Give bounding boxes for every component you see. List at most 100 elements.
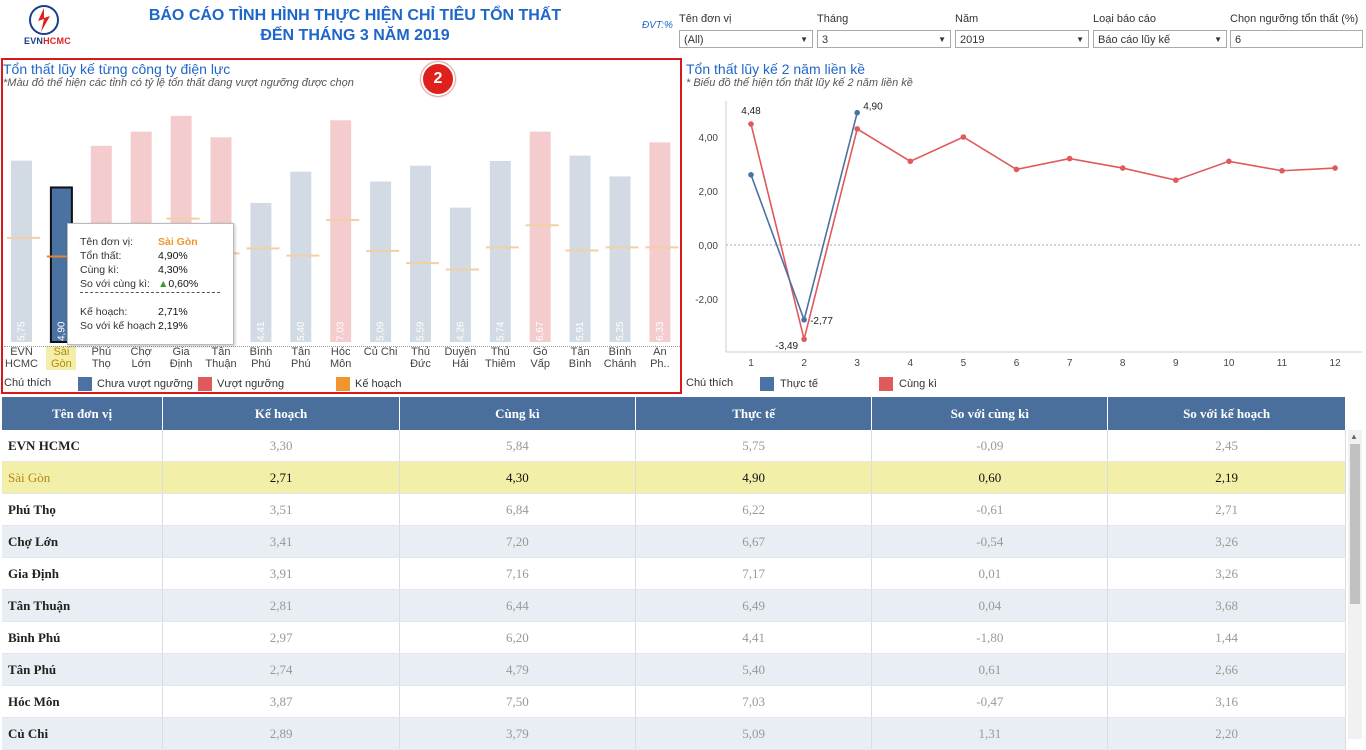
- row-value-cell: 3,41: [162, 525, 400, 558]
- x-tick-label-9: 10: [1223, 358, 1235, 369]
- series-point-1-0[interactable]: [748, 121, 754, 127]
- scrollbar-thumb[interactable]: [1350, 444, 1360, 604]
- row-value-cell: 0,01: [871, 557, 1109, 590]
- table-row[interactable]: Gia Định 3,91 7,16 7,17 0,01 3,26: [2, 557, 1346, 590]
- series-point-0-2[interactable]: [854, 109, 860, 116]
- series-line-0: [750, 112, 858, 323]
- bar-legend-title: Chú thích: [4, 377, 52, 389]
- tooltip-key: Kế hoạch:: [80, 306, 128, 318]
- column-header-3[interactable]: Thực tế: [635, 397, 873, 430]
- series-point-0-0[interactable]: [748, 172, 754, 178]
- bar-legend-item-0: Chưa vượt ngưỡng: [78, 377, 193, 391]
- page-title: BÁO CÁO TÌNH HÌNH THỰC HIỆN CHỈ TIÊU TỔN…: [90, 6, 620, 46]
- row-value-cell: 6,22: [635, 493, 873, 526]
- row-value-cell: -0,54: [871, 525, 1109, 558]
- row-value-cell: 0,60: [871, 461, 1109, 494]
- series-point-1-2[interactable]: [854, 126, 860, 132]
- logo-text: EVNHCMC: [24, 36, 71, 46]
- tooltip-divider: [80, 292, 220, 293]
- legend-swatch: [336, 377, 350, 391]
- filter-label-2: Năm: [955, 13, 979, 25]
- point-label-3: 4,90: [863, 102, 883, 113]
- row-value-cell: 3,30: [162, 430, 400, 462]
- column-header-2[interactable]: Cùng kì: [399, 397, 636, 430]
- tooltip-key: Cùng kì:: [80, 264, 120, 276]
- row-value-cell: 6,49: [635, 589, 873, 622]
- table-row[interactable]: Chợ Lớn 3,41 7,20 6,67 -0,54 3,26: [2, 525, 1346, 558]
- table-row[interactable]: Hóc Môn 3,87 7,50 7,03 -0,47 3,16: [2, 685, 1346, 718]
- series-point-1-1[interactable]: [801, 336, 807, 343]
- filter-value-3: Báo cáo lũy kế: [1098, 34, 1171, 46]
- table-body: EVN HCMC 3,30 5,84 5,75 -0,09 2,45 Sài Gòn 2,71…: [2, 430, 1346, 750]
- series-point-1-6[interactable]: [1066, 155, 1073, 162]
- line-chart[interactable]: 4,002,000,00-2,001 2 3 4 5 6 7 8 9 10 11 124,48-3,4…: [686, 96, 1362, 376]
- y-tick-label-1: 2,00: [699, 187, 719, 198]
- y-tick-label-2: 0,00: [699, 241, 719, 252]
- row-value-cell: 3,79: [399, 717, 636, 750]
- row-value-cell: 7,17: [635, 557, 873, 590]
- line-chart-title: Tổn thất lũy kế 2 năm liền kề: [686, 61, 865, 77]
- tooltip-value: 2,19%: [158, 320, 188, 332]
- row-value-cell: 2,71: [162, 461, 400, 494]
- legend-swatch: [760, 377, 774, 391]
- series-point-1-4[interactable]: [960, 134, 967, 140]
- series-point-1-5[interactable]: [1013, 166, 1020, 173]
- column-header-4[interactable]: So với cùng kì: [871, 397, 1109, 430]
- row-name-cell: Sài Gòn: [2, 461, 164, 494]
- table-row[interactable]: EVN HCMC 3,30 5,84 5,75 -0,09 2,45: [2, 430, 1346, 462]
- row-value-cell: 7,16: [399, 557, 636, 590]
- row-value-cell: 3,87: [162, 685, 400, 718]
- legend-swatch: [879, 377, 893, 391]
- row-value-cell: 5,75: [635, 430, 873, 462]
- table-row[interactable]: Sài Gòn 2,71 4,30 4,90 0,60 2,19: [2, 461, 1346, 494]
- column-header-0[interactable]: Tên đơn vị: [2, 397, 164, 430]
- series-point-1-7[interactable]: [1119, 165, 1126, 171]
- row-value-cell: 6,67: [635, 525, 873, 558]
- row-value-cell: 0,61: [871, 653, 1109, 686]
- filter-select-3[interactable]: Báo cáo lũy kế ▼: [1093, 30, 1227, 48]
- step-badge: 2: [421, 62, 455, 96]
- legend-swatch: [198, 377, 212, 391]
- data-table: Tên đơn vị Kế hoạch Cùng kì Thực tế So với c…: [2, 397, 1346, 750]
- row-value-cell: 4,90: [635, 461, 873, 494]
- series-point-0-1[interactable]: [801, 316, 807, 323]
- row-value-cell: -0,47: [871, 685, 1109, 718]
- filter-value-0: (All): [684, 34, 704, 46]
- series-point-1-10[interactable]: [1279, 167, 1285, 174]
- y-tick-label-0: 4,00: [699, 133, 719, 144]
- row-name-cell: Bình Phú: [2, 621, 164, 654]
- row-value-cell: 6,44: [399, 589, 636, 622]
- row-value-cell: 1,31: [871, 717, 1109, 750]
- evn-logo: EVNHCMC: [8, 4, 80, 48]
- tooltip-key: So với cùng kì:: [80, 278, 150, 290]
- table-row[interactable]: Bình Phú 2,97 6,20 4,41 -1,80 1,44: [2, 621, 1346, 654]
- filter-select-2[interactable]: 2019 ▼: [955, 30, 1089, 48]
- threshold-input-4[interactable]: 6: [1230, 30, 1363, 48]
- table-row[interactable]: Tân Thuận 2,81 6,44 6,49 0,04 3,68: [2, 589, 1346, 622]
- table-row[interactable]: Phú Thọ 3,51 6,84 6,22 -0,61 2,71: [2, 493, 1346, 526]
- row-name-cell: EVN HCMC: [2, 430, 164, 462]
- row-value-cell: 7,20: [399, 525, 636, 558]
- column-header-1[interactable]: Kế hoạch: [162, 397, 400, 430]
- series-point-1-9[interactable]: [1226, 158, 1232, 165]
- filter-select-0[interactable]: (All) ▼: [679, 30, 813, 48]
- row-value-cell: -0,09: [871, 430, 1109, 462]
- series-point-1-11[interactable]: [1332, 165, 1338, 171]
- filter-label-4: Chọn ngưỡng tổn thất (%): [1230, 13, 1359, 25]
- table-scrollbar[interactable]: ▲: [1348, 430, 1362, 739]
- bar-legend-item-2: Kế hoạch: [336, 377, 401, 391]
- table-row[interactable]: Tân Phú 2,74 4,79 5,40 0,61 2,66: [2, 653, 1346, 686]
- table-row[interactable]: Củ Chi 2,89 3,79 5,09 1,31 2,20: [2, 717, 1346, 750]
- column-header-5[interactable]: So với kế hoạch: [1107, 397, 1346, 430]
- row-value-cell: 2,89: [162, 717, 400, 750]
- series-point-1-3[interactable]: [907, 158, 914, 165]
- row-value-cell: 3,91: [162, 557, 400, 590]
- filter-select-1[interactable]: 3 ▼: [817, 30, 951, 48]
- row-value-cell: -1,80: [871, 621, 1109, 654]
- x-tick-label-1: 2: [801, 358, 807, 369]
- row-value-cell: 2,20: [1107, 717, 1346, 750]
- scroll-up-icon[interactable]: ▲: [1350, 432, 1358, 441]
- chevron-down-icon: ▼: [1076, 35, 1084, 44]
- series-point-1-8[interactable]: [1173, 177, 1179, 183]
- unit-label: ĐVT:%: [642, 20, 673, 31]
